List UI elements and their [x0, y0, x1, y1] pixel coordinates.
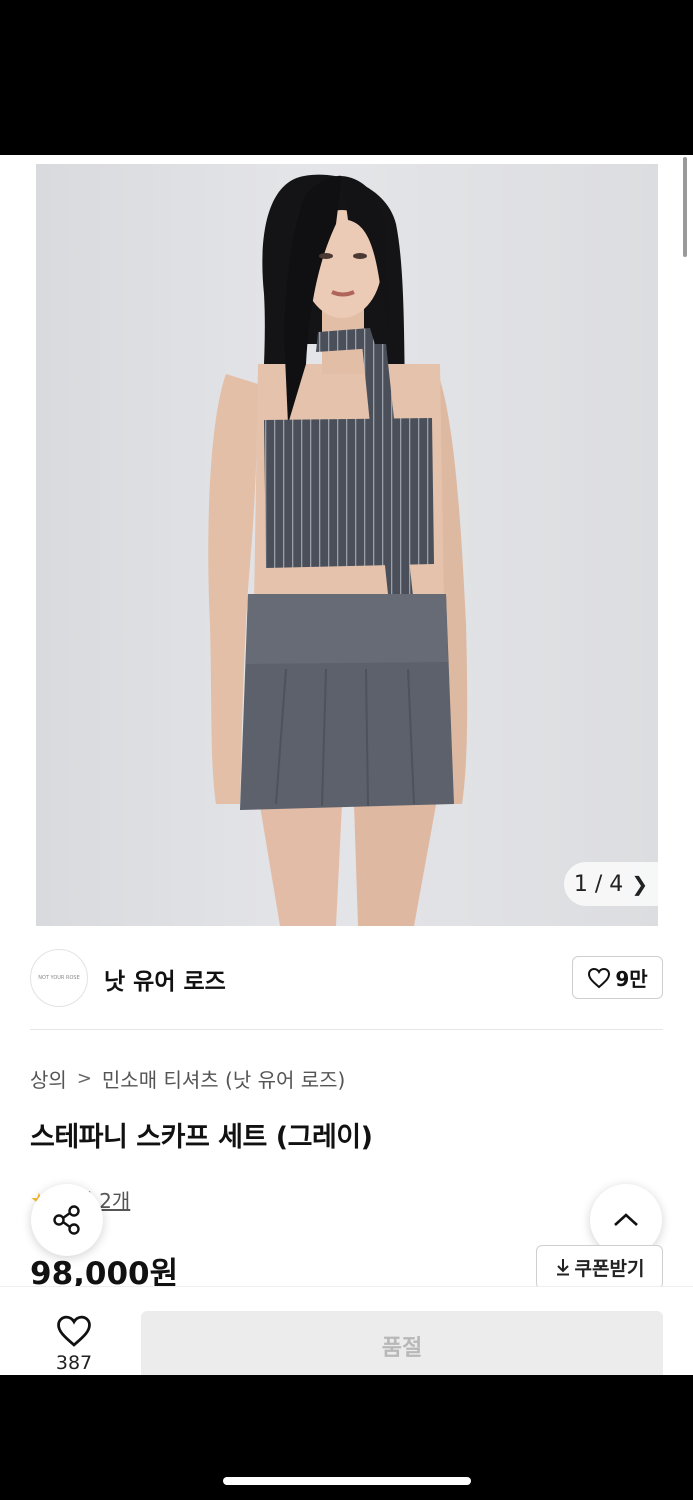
- heart-outline-icon: [588, 967, 611, 988]
- wish-button[interactable]: 387: [36, 1314, 112, 1374]
- model-illustration: [208, 174, 468, 926]
- chevron-up-icon: [614, 1213, 638, 1226]
- brand-like-count: 9만: [615, 967, 648, 991]
- coupon-label: 쿠폰받기: [574, 1257, 645, 1280]
- status-bar: [0, 0, 693, 155]
- share-icon: [53, 1205, 80, 1235]
- brand-row[interactable]: NOT YOUR ROSE 낫 유어 로즈 9만: [30, 949, 663, 1009]
- product-title: 스테파니 스카프 세트 (그레이): [30, 1122, 373, 1153]
- share-button[interactable]: [31, 1184, 103, 1256]
- home-indicator[interactable]: [223, 1477, 471, 1485]
- soldout-button[interactable]: 품절: [141, 1311, 663, 1375]
- download-icon: [556, 1259, 569, 1276]
- scrollbar[interactable]: [683, 157, 687, 257]
- heart-outline-icon: [57, 1315, 91, 1347]
- breadcrumb-subcategory[interactable]: 민소매 티셔츠 (낫 유어 로즈): [102, 1064, 345, 1093]
- breadcrumb-separator: >: [76, 1068, 92, 1089]
- product-photo[interactable]: 1 / 4 ❯: [36, 164, 658, 926]
- breadcrumb-category[interactable]: 상의: [30, 1064, 67, 1093]
- purchase-bar: 387 품절: [0, 1286, 693, 1375]
- image-pager[interactable]: 1 / 4 ❯: [564, 862, 658, 906]
- brand-like-button[interactable]: 9만: [572, 956, 663, 999]
- chevron-right-icon[interactable]: ❯: [631, 872, 648, 896]
- product-detail-screen: 1 / 4 ❯ NOT YOUR ROSE 낫 유어 로즈 9만 상의 > 민소…: [0, 155, 693, 1375]
- divider: [30, 1029, 663, 1030]
- coupon-button[interactable]: 쿠폰받기: [536, 1245, 663, 1289]
- pager-count: 1 / 4: [573, 871, 624, 897]
- brand-logo[interactable]: NOT YOUR ROSE: [30, 949, 88, 1007]
- breadcrumb: 상의 > 민소매 티셔츠 (낫 유어 로즈): [30, 1064, 345, 1093]
- brand-name[interactable]: 낫 유어 로즈: [104, 962, 226, 996]
- wish-count: 387: [55, 1352, 93, 1374]
